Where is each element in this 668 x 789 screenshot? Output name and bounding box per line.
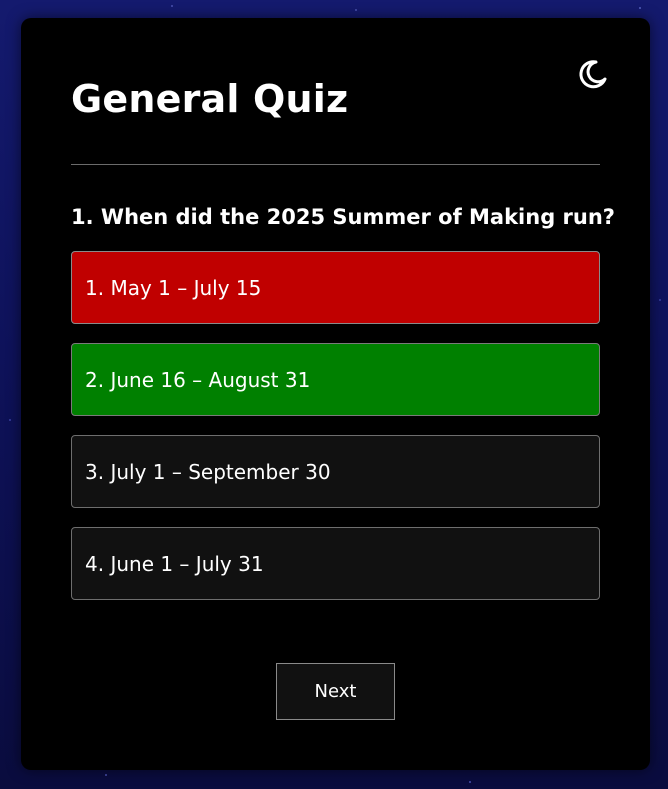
answer-list: 1. May 1 – July 15 2. June 16 – August 3…: [71, 251, 600, 619]
answer-option-1[interactable]: 1. May 1 – July 15: [71, 251, 600, 324]
quiz-title: General Quiz: [71, 77, 349, 121]
answer-option-2[interactable]: 2. June 16 – August 31: [71, 343, 600, 416]
answer-option-label: 2. June 16 – August 31: [85, 367, 311, 392]
title-divider: [71, 164, 600, 165]
question-text: 1. When did the 2025 Summer of Making ru…: [71, 205, 615, 229]
quiz-card: General Quiz 1. When did the 2025 Summer…: [21, 18, 650, 770]
theme-toggle-button[interactable]: [575, 56, 611, 92]
answer-option-label: 3. July 1 – September 30: [85, 459, 331, 484]
moon-icon: [579, 60, 607, 89]
answer-option-4[interactable]: 4. June 1 – July 31: [71, 527, 600, 600]
next-button[interactable]: Next: [276, 663, 395, 720]
answer-option-3[interactable]: 3. July 1 – September 30: [71, 435, 600, 508]
answer-option-label: 4. June 1 – July 31: [85, 551, 264, 576]
answer-option-label: 1. May 1 – July 15: [85, 275, 262, 300]
